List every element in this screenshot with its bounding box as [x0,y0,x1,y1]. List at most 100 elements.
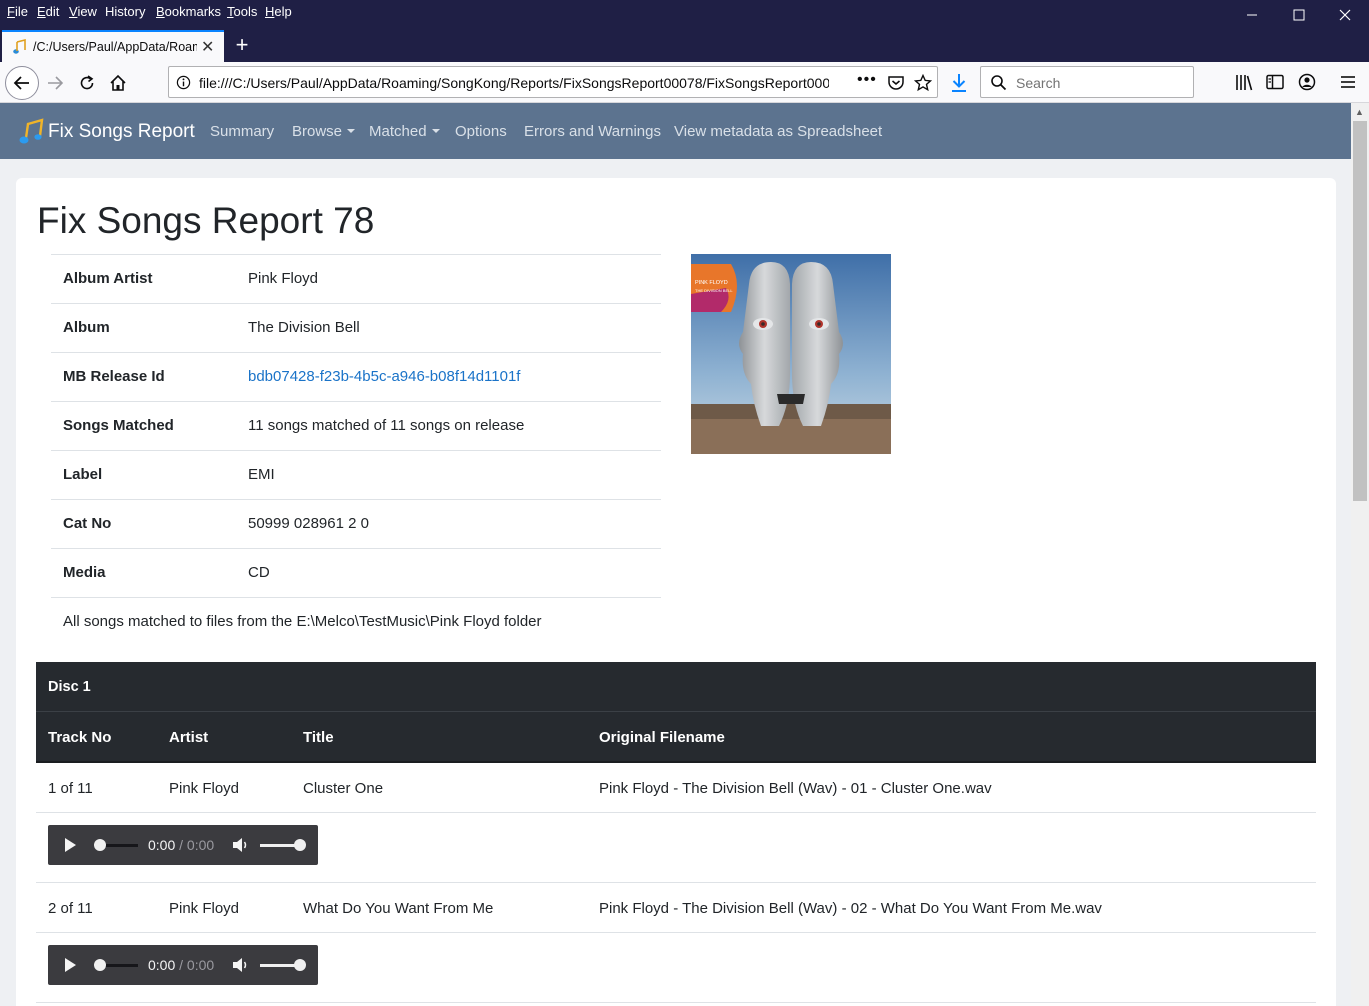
menu-bookmarks[interactable]: Bookmarks [156,4,221,19]
metadata-table: Album Artist Pink Floyd Album The Divisi… [51,254,661,647]
browser-tab[interactable]: /C:/Users/Paul/AppData/Roaming/SongKong/… [2,30,224,62]
report-card: Fix Songs Report 78 Album Artist Pink Fl… [16,178,1336,1006]
col-filename: Original Filename [599,729,725,746]
track-title: Cluster One [303,780,384,797]
tracks-table: Disc 1 Track No Artist Title Original Fi… [36,662,1316,1003]
nav-errors-warnings[interactable]: Errors and Warnings [524,123,661,140]
folder-note-text: All songs matched to files from the E:\M… [63,613,542,630]
current-time: 0:00 [148,957,176,973]
play-icon[interactable] [63,957,77,973]
vertical-scrollbar[interactable]: ▲ [1351,103,1369,1006]
close-window-button[interactable] [1322,0,1368,30]
caret-down-icon [431,129,440,133]
url-text: file:///C:/Users/Paul/AppData/Roaming/So… [199,75,829,91]
menu-history[interactable]: History [105,4,145,19]
volume-icon[interactable] [232,957,250,973]
site-navbar: Fix Songs Report Summary Browse Matched … [0,103,1351,159]
audio-player[interactable]: 0:00 / 0:00 [48,825,318,865]
nav-summary[interactable]: Summary [210,123,274,140]
page-viewport: Fix Songs Report Summary Browse Matched … [0,103,1351,1006]
navigation-toolbar: file:///C:/Users/Paul/AppData/Roaming/So… [0,62,1369,103]
url-bar[interactable]: file:///C:/Users/Paul/AppData/Roaming/So… [168,66,938,98]
field-value: EMI [248,466,275,483]
seek-handle[interactable] [94,959,106,971]
field-label: MB Release Id [63,368,165,385]
field-label: Album Artist [63,270,153,287]
hamburger-menu-icon[interactable] [1340,75,1356,89]
current-time: 0:00 [148,837,176,853]
search-bar[interactable]: Search [980,66,1194,98]
menu-file[interactable]: File [7,4,28,19]
metadata-row: Media CD [51,548,661,597]
track-filename: Pink Floyd - The Division Bell (Wav) - 0… [599,780,992,797]
minimize-button[interactable] [1229,0,1275,30]
menu-tools[interactable]: Tools [227,4,257,19]
album-cover-image: PINK FLOYD THE DIVISION BELL [691,254,891,454]
scroll-up-icon[interactable]: ▲ [1355,107,1364,117]
bookmark-star-icon[interactable] [914,74,932,92]
info-icon[interactable] [176,75,191,90]
metadata-row: MB Release Id bdb07428-f23b-4b5c-a946-b0… [51,352,661,401]
library-icon[interactable] [1235,74,1253,91]
search-input[interactable]: Search [1016,75,1060,91]
nav-matched-dropdown[interactable]: Matched [369,123,440,140]
menu-view[interactable]: View [69,4,97,19]
tab-close-icon[interactable]: ✕ [201,37,214,57]
audio-player[interactable]: 0:00 / 0:00 [48,945,318,985]
field-value: The Division Bell [248,319,360,336]
table-row: 1 of 11 Pink Floyd Cluster One Pink Floy… [36,763,1316,813]
col-track-no: Track No [48,729,112,746]
pocket-icon[interactable] [887,74,905,92]
track-no: 1 of 11 [48,780,93,797]
play-icon[interactable] [63,837,77,853]
mb-release-link[interactable]: bdb07428-f23b-4b5c-a946-b08f14d1101f [248,368,520,385]
table-row: 2 of 11 Pink Floyd What Do You Want From… [36,883,1316,933]
back-button[interactable] [5,66,39,100]
track-filename: Pink Floyd - The Division Bell (Wav) - 0… [599,900,1102,917]
field-value: CD [248,564,270,581]
field-value: 50999 028961 2 0 [248,515,369,532]
menu-help[interactable]: Help [265,4,292,19]
brand-link[interactable]: Fix Songs Report [18,117,195,147]
minimize-icon [1247,14,1257,16]
nav-errors-label: Errors and Warnings [524,123,661,140]
col-artist: Artist [169,729,209,746]
nav-browse-label: Browse [292,123,343,140]
home-button[interactable] [103,68,133,98]
brand-text: Fix Songs Report [48,121,195,142]
metadata-row: Label EMI [51,450,661,499]
nav-browse-dropdown[interactable]: Browse [292,123,356,140]
tab-title: /C:/Users/Paul/AppData/Roaming/SongKong/… [33,40,197,54]
volume-handle[interactable] [294,839,306,851]
nav-spreadsheet[interactable]: View metadata as Spreadsheet [674,123,882,140]
nav-options[interactable]: Options [455,123,507,140]
seek-handle[interactable] [94,839,106,851]
cover-band-text: PINK FLOYD [695,280,728,286]
field-value: Pink Floyd [248,270,319,287]
track-artist: Pink Floyd [169,780,240,797]
forward-button[interactable] [40,68,70,98]
column-headers: Track No Artist Title Original Filename [36,712,1316,763]
page-actions-icon[interactable]: ••• [857,71,877,89]
reload-button[interactable] [72,68,102,98]
track-title: What Do You Want From Me [303,900,494,917]
close-icon [1339,9,1351,21]
menu-edit[interactable]: Edit [37,4,59,19]
volume-handle[interactable] [294,959,306,971]
maximize-button[interactable] [1276,0,1322,30]
back-arrow-icon [13,76,29,90]
download-icon[interactable] [950,73,968,93]
field-label: Label [63,466,103,483]
cover-album-text: THE DIVISION BELL [695,288,733,293]
metadata-row: Songs Matched 11 songs matched of 11 son… [51,401,661,450]
volume-icon[interactable] [232,837,250,853]
new-tab-button[interactable]: + [230,30,254,62]
account-icon[interactable] [1298,73,1316,91]
disc-label: Disc 1 [48,679,91,695]
metadata-row: Album Artist Pink Floyd [51,254,661,303]
scrollbar-thumb[interactable] [1353,121,1367,501]
sidebar-icon[interactable] [1266,74,1284,91]
time-display: 0:00 / 0:00 [148,957,214,973]
nav-options-label: Options [455,123,507,140]
maximize-icon [1293,9,1305,21]
